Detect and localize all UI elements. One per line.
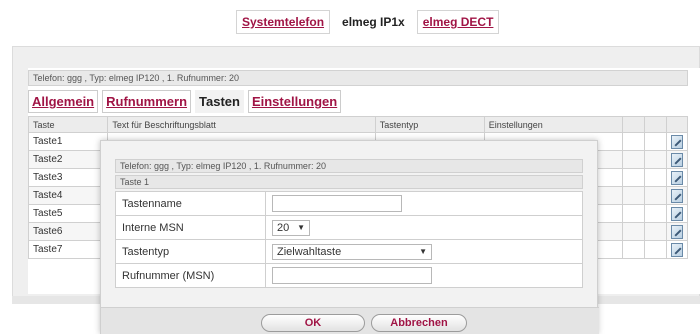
tastentyp-select-value: Zielwahltaste [277,245,342,258]
ok-button[interactable]: OK [261,314,365,332]
row-taste: Taste5 [27,204,109,223]
tab-einstellungen[interactable]: Einstellungen [247,90,342,113]
tab-allgemein[interactable]: Allgemein [28,90,99,113]
column-header-text: Text für Beschriftungsblatt [107,116,376,133]
column-header-blank-2 [644,116,667,133]
tastentyp-label: Tastentyp [115,239,266,264]
tastentyp-select[interactable]: Zielwahltaste ▼ [272,243,432,260]
tab-rufnummern[interactable]: Rufnummern [102,90,192,113]
rufnummer-input[interactable] [272,267,432,284]
column-header-einstellungen: Einstellungen [483,116,624,133]
dropdown-arrow-icon: ▼ [419,247,427,256]
row-taste: Taste3 [27,168,109,187]
edit-icon[interactable] [671,152,683,167]
row-taste: Taste1 [27,132,109,151]
row-taste: Taste4 [27,186,109,205]
form-row-tastentyp: Tastentyp Zielwahltaste ▼ [115,239,583,264]
edit-icon[interactable] [671,206,683,221]
tastenname-input[interactable] [272,195,402,212]
msn-select[interactable]: 20 ▼ [272,219,310,236]
edit-key-dialog: Telefon: ggg , Typ: elmeg IP120 , 1. Ruf… [100,140,599,334]
rufnummer-label: Rufnummer (MSN) [115,263,266,288]
row-taste: Taste7 [27,240,109,259]
form-row-msn: Interne MSN 20 ▼ [115,215,583,240]
column-header-tastentyp: Tastentyp [374,116,485,133]
edit-icon[interactable] [671,242,683,257]
dropdown-arrow-icon: ▼ [297,223,305,232]
top-tabs: Systemtelefon elmeg IP1x elmeg DECT [236,10,500,34]
tab-elmeg-ip1x[interactable]: elmeg IP1x [336,10,411,34]
phone-info-line: Telefon: ggg , Typ: elmeg IP120 , 1. Ruf… [28,70,688,86]
form-row-rufnummer: Rufnummer (MSN) [115,263,583,288]
tab-tasten[interactable]: Tasten [195,90,244,113]
row-taste: Taste6 [27,222,109,241]
dialog-key-title: Taste 1 [115,175,583,189]
edit-icon[interactable] [671,134,683,149]
dialog-phone-info: Telefon: ggg , Typ: elmeg IP120 , 1. Ruf… [115,159,583,173]
tastenname-label: Tastenname [115,191,266,216]
row-taste: Taste2 [27,150,109,169]
form-row-tastenname: Tastenname [115,191,583,216]
key-form: Tastenname Interne MSN 20 ▼ Tastentyp Zi… [115,191,583,288]
edit-icon[interactable] [671,224,683,239]
tab-systemtelefon[interactable]: Systemtelefon [236,10,331,34]
edit-icon[interactable] [671,188,683,203]
tab-elmeg-dect[interactable]: elmeg DECT [416,10,500,34]
dialog-footer: OK Abbrechen [101,307,599,334]
msn-label: Interne MSN [115,215,266,240]
edit-icon[interactable] [671,170,683,185]
table-header: Taste Text für Beschriftungsblatt Tasten… [27,116,688,133]
sub-tabs: Allgemein Rufnummern Tasten Einstellunge… [28,90,342,113]
column-header-edit [666,116,688,133]
cancel-button[interactable]: Abbrechen [371,314,467,332]
column-header-blank-1 [622,116,646,133]
msn-select-value: 20 [277,221,290,234]
column-header-taste: Taste [27,116,109,133]
